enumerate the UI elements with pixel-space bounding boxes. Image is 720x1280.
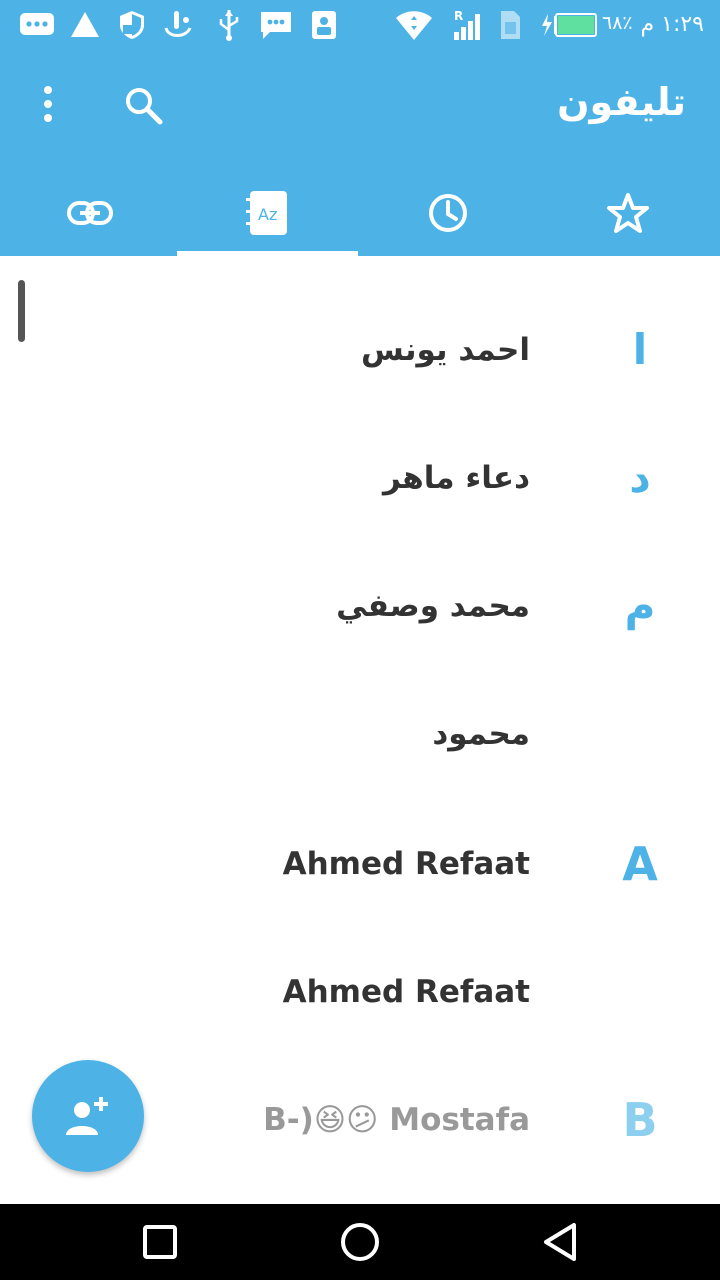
- star-icon: [607, 193, 649, 233]
- section-letter: م: [624, 581, 656, 630]
- shield-icon: [120, 11, 144, 39]
- contacts-az-icon: Az: [246, 191, 287, 235]
- list-item[interactable]: د دعاء ماهر: [0, 414, 720, 542]
- contact-name: محمد وصفي: [336, 588, 530, 624]
- contact-name: B-)😆😕 Mostafa: [263, 1102, 530, 1138]
- section-letter: B: [622, 1093, 658, 1147]
- back-icon: [544, 1223, 576, 1261]
- contact-name: Ahmed Refaat: [282, 974, 530, 1010]
- sim-manager-icon: [312, 11, 336, 39]
- section-letter: ا: [632, 325, 648, 374]
- touch-gesture-icon: [164, 11, 192, 37]
- tab-contacts[interactable]: Az: [178, 170, 358, 256]
- home-button[interactable]: [336, 1218, 384, 1266]
- add-contact-button[interactable]: [32, 1060, 144, 1172]
- tab-favorites[interactable]: [538, 170, 718, 256]
- section-letter: [600, 670, 680, 798]
- add-contact-icon: [66, 1097, 108, 1135]
- contact-name: دعاء ماهر: [383, 460, 530, 496]
- list-item[interactable]: A Ahmed Refaat: [0, 800, 720, 928]
- app-title: تليفون: [557, 80, 686, 124]
- sms-icon: [261, 12, 291, 39]
- app-bar: تليفون Az: [0, 50, 720, 256]
- message-bubble-icon: [20, 13, 54, 35]
- svg-text:R: R: [454, 9, 463, 23]
- more-icon: [44, 86, 52, 122]
- battery-percent: ٦٨٪: [602, 12, 633, 34]
- section-letter: د: [629, 453, 651, 502]
- home-icon: [341, 1223, 379, 1261]
- contact-name: Ahmed Refaat: [282, 846, 530, 882]
- list-item[interactable]: محمود: [0, 670, 720, 798]
- clock-icon: [429, 194, 467, 232]
- list-item[interactable]: م محمد وصفي: [0, 542, 720, 670]
- search-button[interactable]: [120, 82, 168, 130]
- status-bar: R ٦٨٪ ١:٢٩ م: [0, 0, 720, 50]
- sim-card-icon: [501, 11, 520, 39]
- contact-name: محمود: [432, 716, 530, 752]
- list-item[interactable]: Ahmed Refaat: [0, 928, 720, 1056]
- tab-recents[interactable]: [358, 170, 538, 256]
- list-item[interactable]: ا احمد يونس: [0, 286, 720, 414]
- signal-icon: R: [454, 9, 480, 40]
- contact-name: احمد يونس: [361, 332, 530, 368]
- wifi-icon: [396, 11, 432, 40]
- warning-icon: [71, 12, 99, 37]
- more-options-button[interactable]: [28, 84, 68, 124]
- svg-text:Az: Az: [258, 205, 277, 224]
- status-time: ١:٢٩ م: [640, 12, 705, 37]
- recent-apps-button[interactable]: [136, 1218, 184, 1266]
- navigation-bar: [0, 1204, 720, 1280]
- link-icon: [67, 201, 113, 225]
- tab-links[interactable]: [0, 170, 180, 256]
- battery-charging-icon: [542, 13, 597, 37]
- recent-apps-icon: [143, 1225, 177, 1259]
- back-button[interactable]: [536, 1218, 584, 1266]
- section-letter: A: [622, 837, 658, 891]
- section-letter: [600, 928, 680, 1056]
- search-icon: [126, 88, 163, 125]
- contact-list[interactable]: ا احمد يونس د دعاء ماهر م محمد وصفي محمو…: [0, 256, 720, 1204]
- usb-icon: [219, 10, 239, 41]
